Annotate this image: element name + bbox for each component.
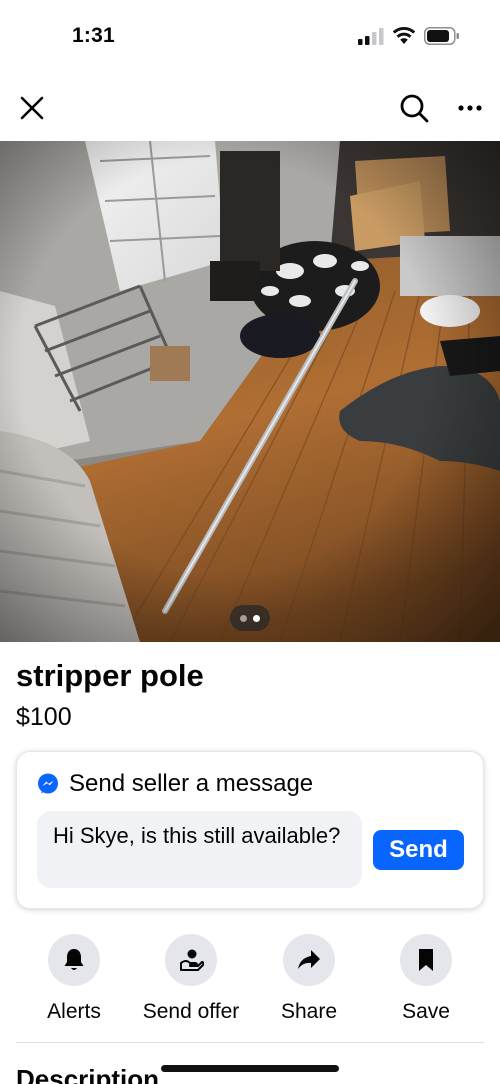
listing-photo-image xyxy=(0,141,500,642)
share-button[interactable]: Share xyxy=(249,934,369,1024)
listing-photo[interactable] xyxy=(0,141,500,642)
top-nav-bar xyxy=(0,80,500,136)
save-circle[interactable] xyxy=(400,934,452,986)
save-label: Save xyxy=(402,1000,450,1023)
search-icon xyxy=(400,94,429,123)
send-offer-circle[interactable] xyxy=(165,934,217,986)
pager-dot-active xyxy=(253,614,260,622)
photo-pager xyxy=(230,605,270,631)
send-offer-button[interactable]: Send offer xyxy=(131,934,251,1024)
message-card-header: Send seller a message xyxy=(37,770,313,798)
battery-icon xyxy=(424,27,459,45)
pager-dot xyxy=(240,614,247,622)
close-icon xyxy=(20,96,44,120)
bookmark-icon xyxy=(419,949,433,971)
listing-price: $100 xyxy=(16,703,72,731)
messenger-icon xyxy=(38,773,58,794)
alerts-label: Alerts xyxy=(47,1000,101,1023)
message-input[interactable]: Hi Skye, is this still available? xyxy=(37,811,362,888)
send-button[interactable]: Send xyxy=(373,830,464,870)
action-row: Alerts Send offer Share Save xyxy=(0,934,500,1034)
alerts-button[interactable]: Alerts xyxy=(14,934,134,1024)
share-circle[interactable] xyxy=(283,934,335,986)
search-button[interactable] xyxy=(394,88,434,128)
alerts-circle[interactable] xyxy=(48,934,100,986)
message-card-title: Send seller a message xyxy=(69,770,314,797)
share-icon xyxy=(298,950,320,969)
bell-icon xyxy=(64,949,84,970)
description-heading: Description xyxy=(16,1064,160,1084)
signal-icon xyxy=(358,28,384,45)
home-indicator[interactable] xyxy=(161,1065,339,1072)
close-button[interactable] xyxy=(12,88,52,128)
section-divider xyxy=(16,1042,484,1043)
status-bar: 1:31 xyxy=(0,0,500,72)
listing-title: stripper pole xyxy=(16,658,204,693)
share-label: Share xyxy=(280,1000,338,1023)
send-offer-label: Send offer xyxy=(142,1000,240,1023)
more-options-button[interactable] xyxy=(450,88,490,128)
more-icon xyxy=(458,105,482,111)
wifi-icon xyxy=(392,26,416,44)
message-seller-card: Send seller a message Hi Skye, is this s… xyxy=(16,751,484,909)
status-time: 1:31 xyxy=(72,24,115,47)
save-button[interactable]: Save xyxy=(366,934,486,1024)
offer-icon xyxy=(180,949,204,971)
